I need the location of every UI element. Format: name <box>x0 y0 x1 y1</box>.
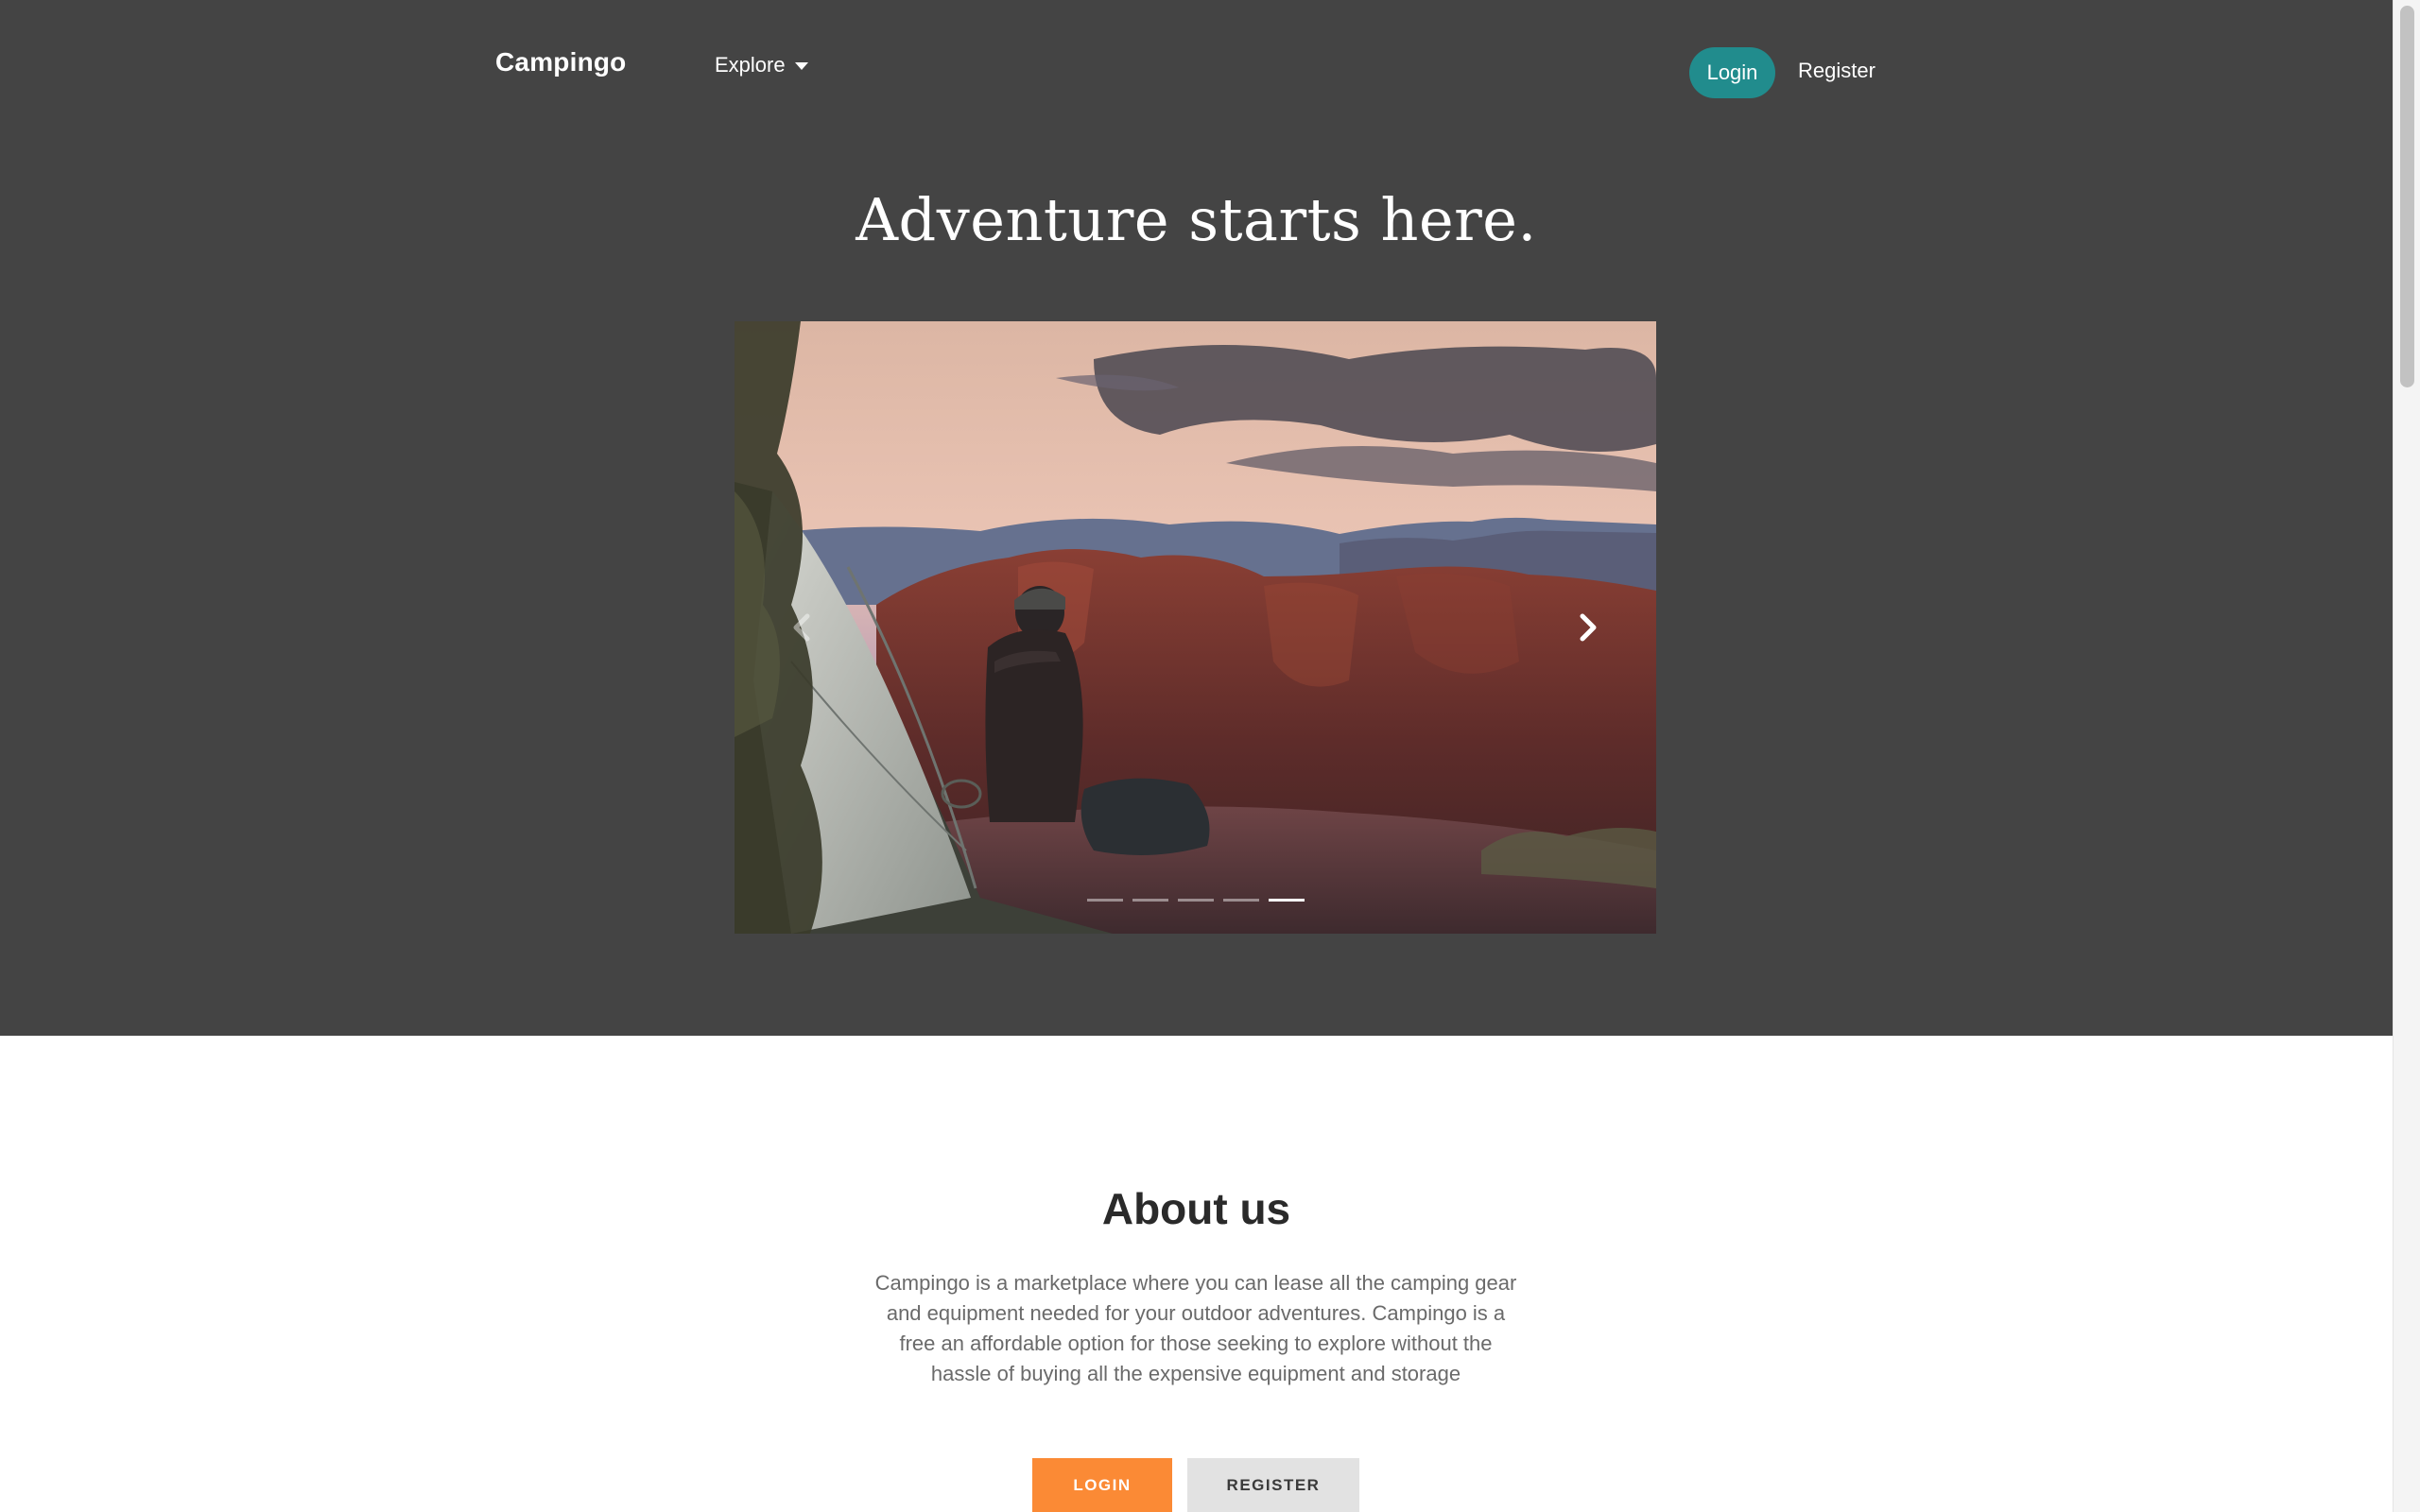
chevron-left-icon <box>793 613 810 642</box>
carousel-indicator[interactable] <box>1177 899 1214 902</box>
hero-title: Adventure starts here. <box>856 185 1537 254</box>
hero-section: Campingo Explore Login Register Adventur… <box>0 0 2393 1036</box>
about-login-button[interactable]: LOGIN <box>1032 1458 1172 1512</box>
vertical-scrollbar[interactable] <box>2393 0 2420 1512</box>
carousel-indicator[interactable] <box>1086 899 1123 902</box>
scrollbar-thumb[interactable] <box>2400 6 2414 387</box>
explore-dropdown[interactable]: Explore <box>715 53 808 77</box>
about-description: Campingo is a marketplace where you can … <box>874 1271 1517 1385</box>
explore-label: Explore <box>715 53 786 77</box>
carousel-indicators <box>735 899 1656 902</box>
caret-down-icon <box>794 62 808 70</box>
chevron-right-icon <box>1580 613 1597 642</box>
carousel-indicator[interactable] <box>1222 899 1259 902</box>
nav-login-button[interactable]: Login <box>1689 47 1775 98</box>
carousel-slide-image <box>735 321 1656 934</box>
carousel-next-control[interactable] <box>1559 599 1616 656</box>
carousel-indicator[interactable] <box>1132 899 1168 902</box>
carousel-indicator-active[interactable] <box>1268 899 1305 902</box>
brand-logo[interactable]: Campingo <box>495 47 626 77</box>
nav-register-link[interactable]: Register <box>1798 59 1876 83</box>
image-carousel[interactable] <box>735 321 1656 934</box>
carousel-prev-control[interactable] <box>774 599 831 656</box>
navbar: Campingo Explore Login Register <box>0 0 2393 142</box>
about-title: About us <box>1101 1184 1291 1233</box>
about-register-button[interactable]: REGISTER <box>1187 1458 1359 1512</box>
